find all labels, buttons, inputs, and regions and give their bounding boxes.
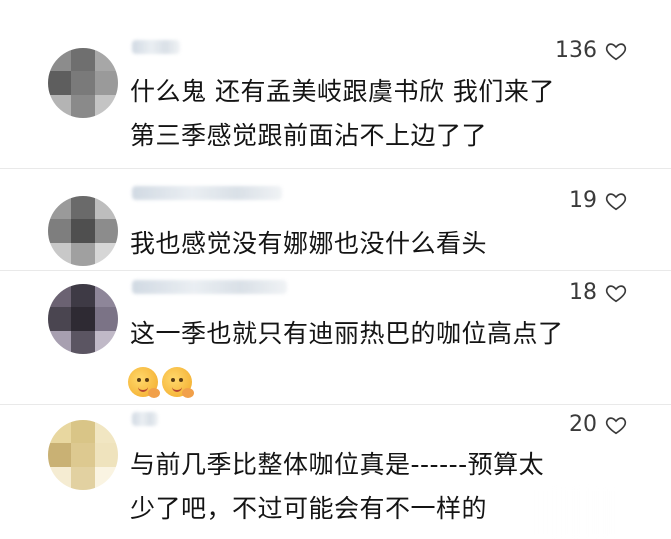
emoji-row xyxy=(128,367,194,398)
username-blurred[interactable] xyxy=(132,412,158,426)
heart-outline-icon xyxy=(605,416,627,434)
heart-outline-icon xyxy=(605,284,627,302)
like-button[interactable]: 18 xyxy=(569,280,627,305)
avatar[interactable] xyxy=(48,48,118,118)
smirk-emoji-icon xyxy=(128,367,160,398)
heart-outline-icon xyxy=(605,192,627,210)
like-count: 19 xyxy=(569,188,597,213)
like-button[interactable]: 19 xyxy=(569,188,627,213)
comment-text: 这一季也就只有迪丽热巴的咖位高点了 xyxy=(130,319,564,348)
watermark-blur xyxy=(530,486,671,539)
username-blurred[interactable] xyxy=(132,280,287,294)
like-count: 18 xyxy=(569,280,597,305)
username-blurred[interactable] xyxy=(132,40,180,54)
divider xyxy=(0,404,671,405)
like-count: 136 xyxy=(555,38,597,63)
like-button[interactable]: 136 xyxy=(555,38,627,63)
divider xyxy=(0,270,671,271)
username-blurred[interactable] xyxy=(132,186,282,200)
like-count: 20 xyxy=(569,412,597,437)
comment-text: 我也感觉没有娜娜也没什么看头 xyxy=(130,229,488,258)
avatar[interactable] xyxy=(48,196,118,266)
comment-text: 什么鬼 还有孟美岐跟虞书欣 我们来了 第三季感觉跟前面沾不上边了了 xyxy=(130,77,555,150)
avatar[interactable] xyxy=(48,284,118,354)
avatar[interactable] xyxy=(48,420,118,490)
smirk-emoji-icon xyxy=(162,367,194,398)
heart-outline-icon xyxy=(605,42,627,60)
like-button[interactable]: 20 xyxy=(569,412,627,437)
divider xyxy=(0,168,671,169)
